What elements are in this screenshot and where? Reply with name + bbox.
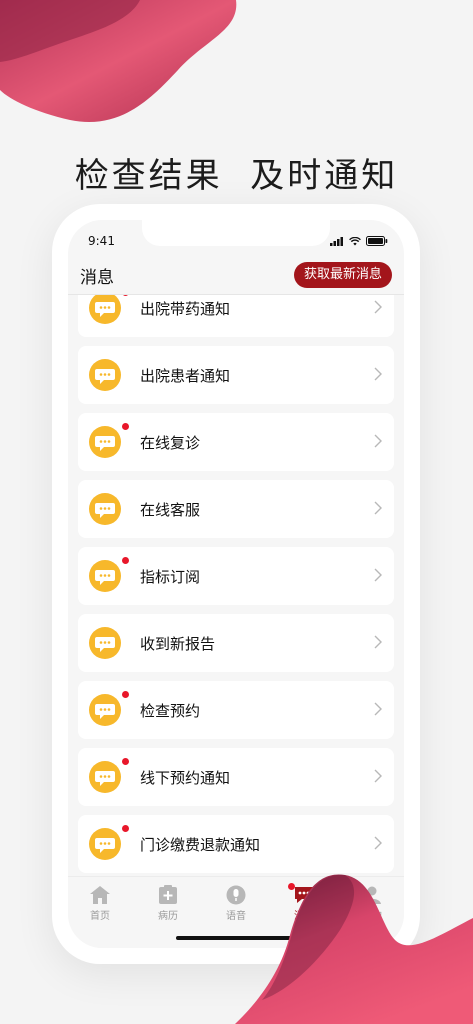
decorative-blob-bottom <box>235 874 473 1024</box>
